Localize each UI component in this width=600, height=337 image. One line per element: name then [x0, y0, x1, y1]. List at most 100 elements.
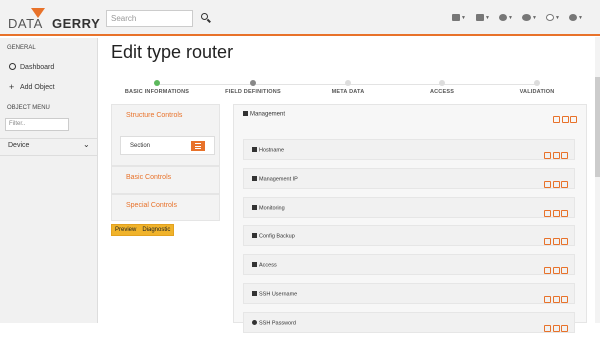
move-icon[interactable] [552, 210, 560, 217]
sidebar: GENERAL Dashboard + Add Object OBJECT MEN… [0, 38, 98, 323]
sidebar-item-label: Add Object [20, 84, 55, 91]
field-name: SSH Username [252, 291, 297, 298]
field-actions [543, 175, 568, 193]
edit-icon[interactable] [544, 267, 551, 274]
structure-controls-title[interactable]: Structure Controls [112, 105, 219, 119]
special-controls-box: Special Controls [111, 194, 220, 221]
field-definition-panel: Management Hostname Management IP Monito… [233, 104, 587, 333]
field-row-config-backup[interactable]: Config Backup [243, 225, 575, 246]
step-dot [534, 80, 540, 86]
structure-controls-box: Structure Controls [111, 104, 220, 166]
delete-icon[interactable] [561, 181, 568, 188]
text-icon [252, 147, 257, 152]
checkbox-icon [252, 205, 257, 210]
section-actions [552, 110, 577, 128]
sidebar-item-device[interactable]: Device [8, 142, 29, 149]
delete-icon[interactable] [561, 267, 568, 274]
sidebar-item-add-object[interactable]: + Add Object [9, 82, 55, 92]
delete-icon[interactable] [561, 296, 568, 303]
step-label: BASIC INFORMATIONS [124, 89, 190, 95]
basic-controls-box: Basic Controls [111, 166, 220, 194]
field-name: Hostname [252, 147, 284, 154]
dashboard-icon[interactable]: ▼ [499, 13, 513, 23]
delete-icon[interactable] [561, 210, 568, 217]
chevron-down-icon[interactable]: ⌄ [83, 140, 90, 149]
move-icon[interactable] [552, 267, 560, 274]
search-input[interactable]: Search [106, 10, 193, 27]
field-name: Access [252, 262, 277, 269]
move-icon[interactable] [561, 116, 569, 123]
section-title: Management [250, 111, 286, 118]
move-icon[interactable] [552, 181, 560, 188]
object-menu-label: OBJECT MENU [7, 105, 50, 111]
field-row-hostname[interactable]: Hostname [243, 139, 575, 160]
field-row-ssh-username[interactable]: SSH Username [243, 283, 575, 304]
move-icon[interactable] [552, 152, 560, 159]
basic-controls-title[interactable]: Basic Controls [112, 167, 219, 181]
field-actions [543, 146, 568, 164]
field-name: Management IP [252, 176, 298, 183]
step-field-definitions[interactable]: FIELD DEFINITIONS [198, 80, 308, 95]
step-dot [345, 80, 351, 86]
scrollbar-thumb[interactable] [595, 77, 600, 177]
step-label: ACCESS [429, 89, 455, 95]
step-access[interactable]: ACCESS [387, 80, 497, 95]
move-icon[interactable] [552, 325, 560, 332]
tab-preview[interactable]: Preview [112, 225, 139, 235]
step-label: VALIDATION [519, 89, 555, 95]
section-control[interactable]: Section [120, 136, 215, 155]
edit-icon[interactable] [544, 152, 551, 159]
top-bar: DATA GERRY Search ▼ ▼ ▼ ▼ ▼ ▼ [0, 0, 600, 36]
edit-icon[interactable] [544, 296, 551, 303]
delete-icon[interactable] [561, 152, 568, 159]
step-validation[interactable]: VALIDATION [482, 80, 592, 95]
step-basic-informations[interactable]: BASIC INFORMATIONS [102, 80, 212, 95]
edit-icon[interactable] [553, 116, 560, 123]
logo-text-left: DATA [8, 16, 43, 31]
delete-icon[interactable] [570, 116, 577, 123]
sidebar-item-dashboard[interactable]: Dashboard [9, 63, 54, 71]
list-icon[interactable]: ▼ [476, 13, 490, 23]
field-row-management-ip[interactable]: Management IP [243, 168, 575, 189]
field-actions [543, 261, 568, 279]
edit-icon[interactable] [544, 210, 551, 217]
plus-icon: + [9, 82, 15, 92]
divider [0, 138, 97, 139]
user-icon[interactable]: ▼ [569, 13, 583, 23]
section-drag-icon[interactable] [191, 141, 205, 151]
map-icon[interactable]: ▼ [452, 13, 466, 23]
scrollbar[interactable] [595, 37, 600, 323]
field-actions [543, 232, 568, 250]
section-header: Management [243, 111, 285, 118]
field-row-monitoring[interactable]: Monitoring [243, 197, 575, 218]
tab-diagnostic[interactable]: Diagnostic [139, 225, 173, 235]
field-actions [543, 290, 568, 308]
preview-tabs: Preview Diagnostic [111, 224, 175, 236]
delete-icon[interactable] [561, 325, 568, 332]
field-actions [543, 319, 568, 337]
sidebar-item-label: Dashboard [20, 64, 55, 71]
special-controls-title[interactable]: Special Controls [112, 195, 219, 209]
controls-panel: Structure Controls Section Basic Control… [111, 104, 221, 221]
edit-icon[interactable] [544, 238, 551, 245]
edit-icon[interactable] [544, 325, 551, 332]
checkbox-icon [252, 233, 257, 238]
delete-icon[interactable] [561, 238, 568, 245]
edit-icon[interactable] [544, 181, 551, 188]
section-icon [243, 111, 248, 116]
move-icon[interactable] [552, 238, 560, 245]
text-icon [252, 176, 257, 181]
general-label: GENERAL [7, 45, 36, 51]
help-icon[interactable]: ▼ [546, 13, 560, 23]
list-icon [252, 262, 257, 267]
move-icon[interactable] [552, 296, 560, 303]
progress-steps: BASIC INFORMATIONS FIELD DEFINITIONS MET… [110, 80, 588, 100]
settings-icon[interactable]: ▼ [522, 13, 537, 23]
field-actions [543, 204, 568, 222]
dashboard-icon [9, 63, 16, 70]
step-dot [154, 80, 160, 86]
search-icon[interactable] [200, 12, 212, 24]
filter-input[interactable]: Filter.. [5, 118, 69, 131]
field-row-access[interactable]: Access [243, 254, 575, 275]
datagerry-logo[interactable]: DATA GERRY [8, 8, 100, 31]
